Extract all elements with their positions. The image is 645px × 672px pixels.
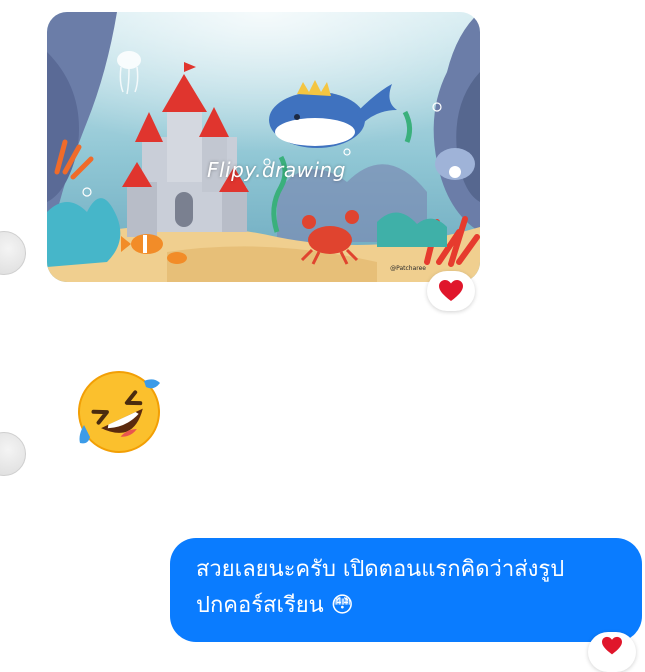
heart-icon [439, 280, 463, 301]
image-message[interactable]: Flipy.drawing @Patcharee [47, 12, 480, 282]
image-reaction[interactable] [427, 271, 475, 311]
image-credit: @Patcharee [390, 265, 426, 272]
heart-icon [602, 636, 622, 655]
message-text-line-1: สวยเลยนะครับ เปิดตอนแรกคิดว่าส่งรูป [196, 557, 565, 582]
sender-avatar[interactable] [0, 231, 26, 275]
emoji-message[interactable] [74, 367, 164, 457]
outgoing-message-reaction[interactable] [588, 632, 636, 672]
outgoing-message-bubble[interactable]: สวยเลยนะครับ เปิดตอนแรกคิดว่าส่งรูป ปกคอ… [170, 538, 642, 642]
image-watermark: Flipy.drawing [207, 158, 346, 182]
message-text-line-2: ปกคอร์สเรียน 😳 [196, 593, 354, 618]
rolling-on-floor-laughing-icon [78, 371, 160, 453]
underwater-illustration [47, 12, 480, 282]
sender-avatar[interactable] [0, 432, 26, 476]
